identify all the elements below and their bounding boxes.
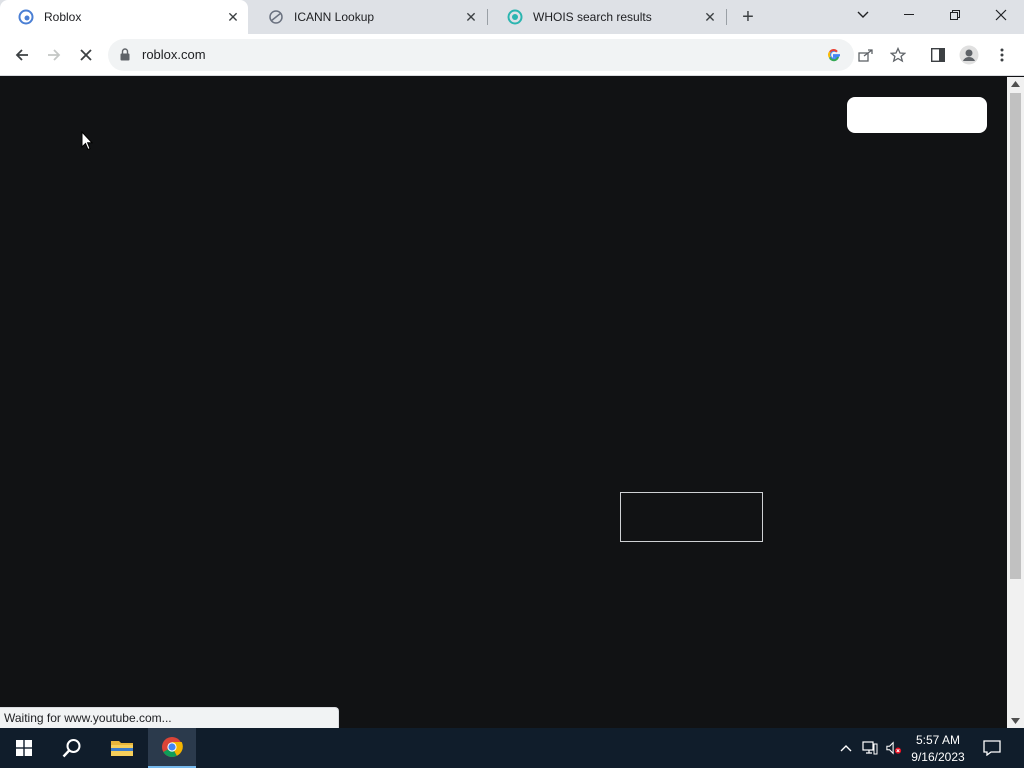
- chrome-icon: [162, 737, 183, 758]
- vertical-scrollbar[interactable]: [1007, 77, 1024, 728]
- star-icon[interactable]: [888, 45, 908, 65]
- mouse-cursor-icon: [81, 131, 93, 151]
- windows-start-icon: [16, 740, 32, 756]
- browser-toolbar: roblox.com: [0, 34, 1024, 76]
- scroll-up-arrow-icon[interactable]: [1011, 81, 1020, 87]
- system-clock[interactable]: 5:57 AM 9/16/2023: [904, 732, 972, 766]
- status-bubble: Waiting for www.youtube.com...: [0, 707, 339, 728]
- google-icon[interactable]: [824, 45, 844, 65]
- header-action-button[interactable]: [847, 97, 987, 133]
- tab-title: Roblox: [44, 10, 82, 24]
- tab-divider: [726, 9, 727, 25]
- tab-roblox[interactable]: Roblox ✕: [0, 0, 248, 34]
- new-tab-button[interactable]: +: [736, 5, 760, 29]
- clock-time: 5:57 AM: [915, 733, 961, 747]
- file-explorer-button[interactable]: [98, 728, 146, 768]
- notifications-icon[interactable]: [983, 739, 1001, 757]
- minimize-button[interactable]: [886, 0, 932, 30]
- kebab-menu-icon[interactable]: [992, 45, 1012, 65]
- side-panel-icon[interactable]: [928, 45, 948, 65]
- roblox-favicon: [18, 9, 34, 25]
- url-text: roblox.com: [142, 47, 206, 62]
- tab-title: WHOIS search results: [533, 10, 652, 24]
- whois-favicon: [507, 9, 523, 25]
- forward-button[interactable]: [41, 42, 67, 68]
- windows-taskbar: 5:57 AM 9/16/2023: [0, 728, 1024, 768]
- tab-icann-lookup[interactable]: ICANN Lookup ✕: [250, 0, 486, 34]
- lock-icon[interactable]: [120, 48, 130, 66]
- forward-arrow-icon: [48, 49, 61, 61]
- file-explorer-icon: [111, 741, 133, 756]
- clock-date: 9/16/2023: [911, 750, 965, 764]
- icann-favicon: [268, 9, 284, 25]
- reload-stop-icon: [80, 49, 92, 61]
- tab-whois-results[interactable]: WHOIS search results ✕: [489, 0, 725, 34]
- tab-title: ICANN Lookup: [294, 10, 375, 24]
- tab-divider: [487, 9, 488, 25]
- tab-strip: Roblox ✕ ICANN Lookup ✕ WHOIS search res…: [0, 0, 1024, 34]
- start-button[interactable]: [0, 728, 48, 768]
- share-icon[interactable]: [856, 45, 876, 65]
- scrollbar-thumb[interactable]: [1010, 93, 1021, 579]
- scroll-down-arrow-icon[interactable]: [1011, 718, 1020, 724]
- search-icon: [62, 739, 81, 758]
- stop-loading-button[interactable]: [73, 42, 99, 68]
- profile-icon[interactable]: [959, 45, 979, 65]
- address-bar[interactable]: roblox.com: [108, 39, 906, 71]
- close-tab-icon[interactable]: ✕: [224, 8, 242, 26]
- close-tab-icon[interactable]: ✕: [701, 8, 719, 26]
- tab-search-button[interactable]: [840, 0, 886, 30]
- chrome-taskbar-button[interactable]: [148, 728, 196, 768]
- taskbar-search-button[interactable]: [48, 728, 96, 768]
- page-content: [0, 77, 1007, 728]
- restore-button[interactable]: [932, 0, 978, 30]
- close-window-button[interactable]: [978, 0, 1024, 30]
- back-button[interactable]: [9, 42, 35, 68]
- back-arrow-icon: [15, 49, 28, 61]
- close-tab-icon[interactable]: ✕: [462, 8, 480, 26]
- placeholder-box[interactable]: [620, 492, 763, 542]
- show-hidden-icons-icon[interactable]: [838, 740, 854, 756]
- network-icon[interactable]: [862, 740, 878, 756]
- volume-muted-icon[interactable]: [886, 740, 902, 756]
